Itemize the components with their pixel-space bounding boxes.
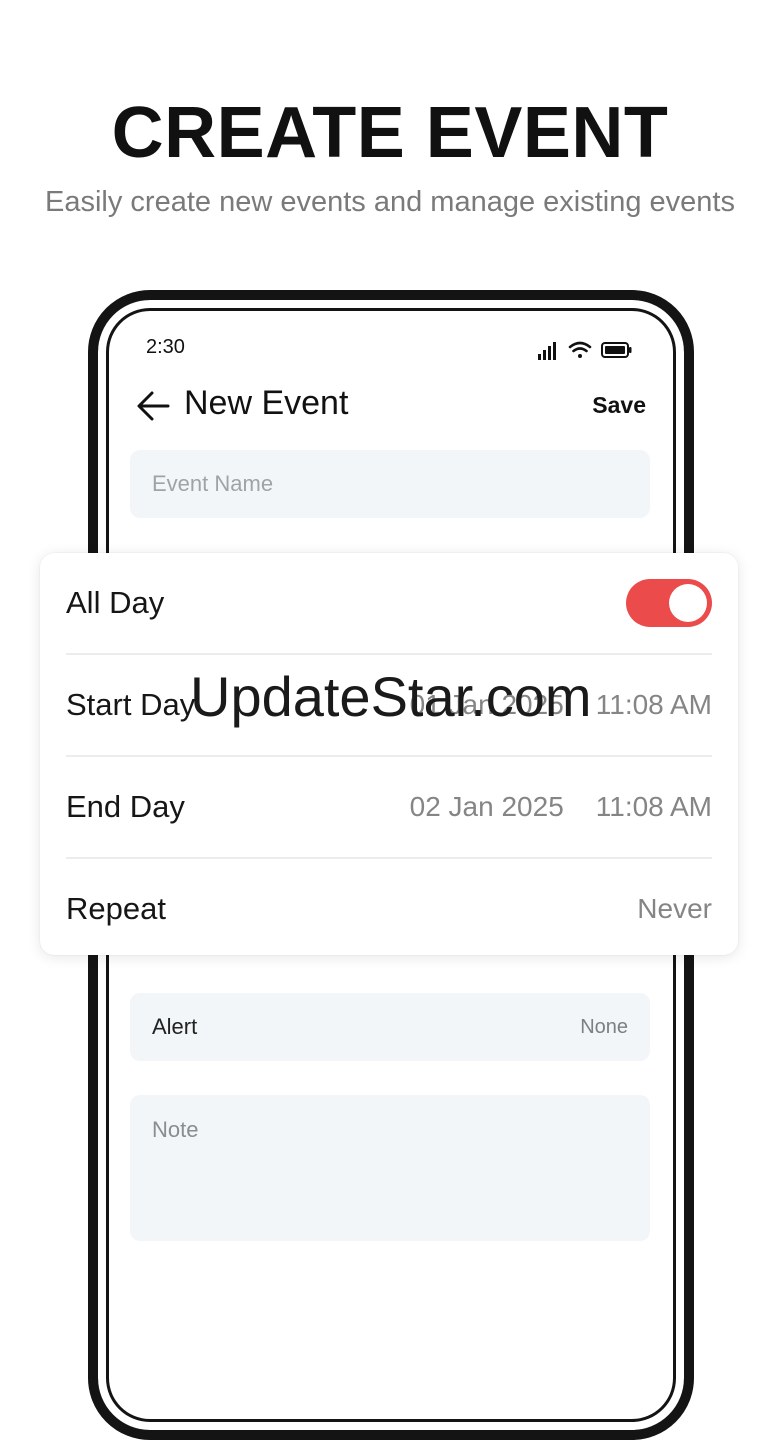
battery-icon <box>601 342 632 358</box>
signal-icon <box>538 342 556 360</box>
page-title: New Event <box>184 384 349 422</box>
start-day-row[interactable]: Start Day 01 Jan 2025 11:08 AM <box>66 655 712 757</box>
repeat-value: Never <box>637 893 712 924</box>
toggle-knob <box>669 584 707 622</box>
end-day-date[interactable]: 02 Jan 2025 <box>410 791 564 823</box>
all-day-toggle[interactable] <box>626 579 712 627</box>
repeat-row[interactable]: Repeat Never <box>66 859 712 959</box>
status-time: 2:30 <box>146 336 185 358</box>
event-details-card: All Day Start Day 01 Jan 2025 11:08 AM E… <box>40 553 738 955</box>
promo-headline: CREATE EVENT <box>111 93 669 173</box>
event-name-input[interactable]: Event Name <box>130 450 650 518</box>
status-icons <box>538 341 632 360</box>
alert-label: Alert <box>152 1014 198 1039</box>
save-button[interactable]: Save <box>592 392 646 419</box>
all-day-label: All Day <box>66 585 165 620</box>
alert-row[interactable]: Alert None <box>130 993 650 1061</box>
note-input[interactable]: Note <box>130 1095 650 1241</box>
start-day-date[interactable]: 01 Jan 2025 <box>410 689 564 721</box>
wifi-icon <box>568 341 592 358</box>
start-day-label: Start Day <box>66 687 196 722</box>
all-day-row: All Day <box>66 553 712 655</box>
repeat-label: Repeat <box>66 891 166 926</box>
end-day-time[interactable]: 11:08 AM <box>596 791 712 823</box>
start-day-time[interactable]: 11:08 AM <box>596 689 712 721</box>
end-day-label: End Day <box>66 789 185 824</box>
alert-value: None <box>580 1016 628 1038</box>
promo-subheadline: Easily create new events and manage exis… <box>45 186 735 218</box>
arrow-left-icon[interactable] <box>134 386 174 426</box>
end-day-row[interactable]: End Day 02 Jan 2025 11:08 AM <box>66 757 712 859</box>
